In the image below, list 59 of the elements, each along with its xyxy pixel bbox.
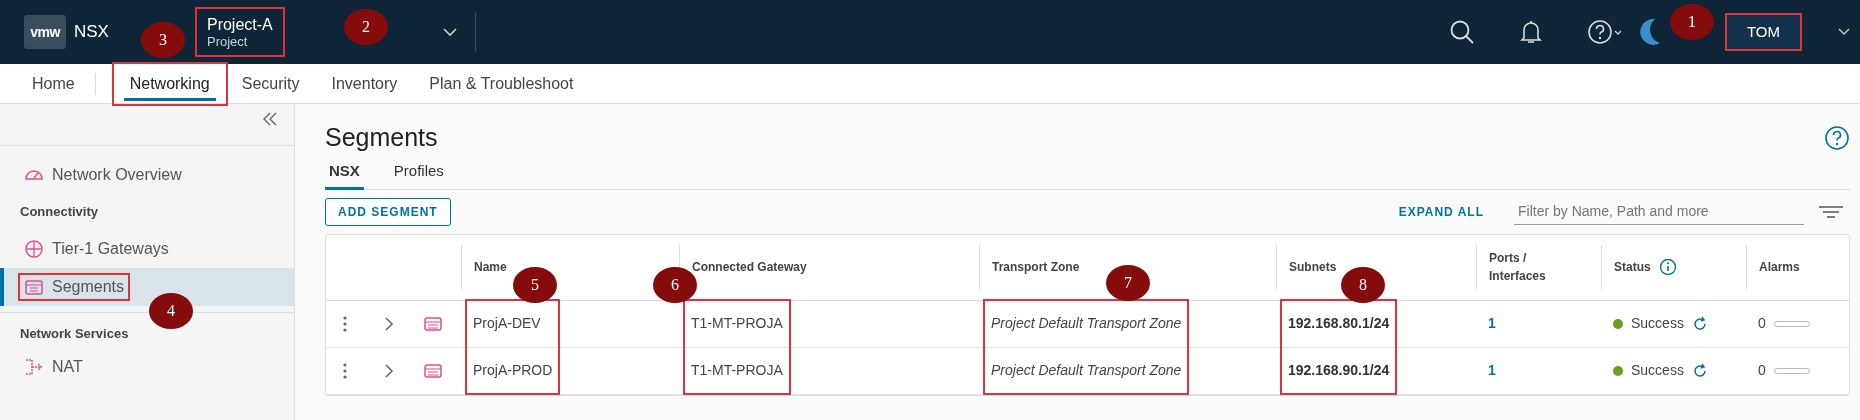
table-cell-text: ProjA-PROD [473,361,553,380]
column-header: Alarms [1759,259,1800,276]
chevron-right-icon[interactable] [384,363,394,378]
user-menu[interactable]: TOM [1726,14,1800,50]
expand-all-link[interactable]: EXPAND ALL [1392,201,1490,222]
project-switcher[interactable]: Project-A Project [196,8,283,56]
sidebar-item[interactable]: Tier-1 Gateways [0,230,294,268]
more-icon[interactable] [342,361,348,380]
sidebar-item[interactable]: Network Overview [0,156,294,194]
column-header: Subnets [1289,259,1337,276]
chevron-right-icon[interactable] [384,316,394,331]
globe-icon [24,239,44,259]
logo: vmw [24,15,66,49]
segment-icon [424,315,442,332]
segment-icon [24,277,44,297]
table-cell-text: 192.168.80.1/24 [1288,314,1390,333]
status-text: Success [1631,361,1684,380]
column-header: Transport Zone [992,259,1080,276]
product-name: NSX [74,21,109,44]
filter-icon[interactable] [1818,204,1844,219]
tab[interactable]: Profiles [389,160,448,189]
table-cell-text: ProjA-DEV [473,314,541,333]
nav-tab[interactable]: Plan & Troubleshoot [413,63,590,104]
table-cell-text: T1-MT-PROJA [691,361,783,380]
info-icon[interactable] [1658,258,1677,276]
column-header: Status [1614,259,1651,276]
alarm-count: 0 [1758,314,1766,333]
sidebar-item[interactable]: Segments [0,268,294,306]
chevron-down-icon[interactable] [442,27,457,37]
tab[interactable]: NSX [325,160,364,189]
sidebar-item[interactable]: NAT [0,348,294,386]
column-header: Name [474,259,507,276]
column-header: Ports / Interfaces [1489,250,1547,285]
status-text: Success [1631,314,1684,333]
segment-icon [424,362,442,379]
table-cell-text: Project Default Transport Zone [991,361,1182,380]
nav-tab[interactable]: Inventory [315,63,414,104]
search-icon[interactable] [1448,19,1475,45]
chevron-down-icon[interactable] [1838,28,1850,36]
help-icon[interactable] [1824,125,1850,151]
table-cell-text: 192.168.90.1/24 [1288,361,1390,380]
ports-link[interactable]: 1 [1488,313,1496,334]
refresh-icon[interactable] [1691,315,1708,332]
help-icon[interactable] [1586,19,1623,45]
page-title: Segments [325,122,438,152]
table-cell-text: T1-MT-PROJA [691,314,783,333]
refresh-icon[interactable] [1691,362,1708,379]
alarm-count: 0 [1758,361,1766,380]
add-segment-button[interactable]: ADD SEGMENT [325,197,451,226]
nav-tab[interactable]: Security [225,63,316,104]
nav-tab[interactable]: Home [16,63,91,104]
table-cell-text: Project Default Transport Zone [991,314,1182,333]
nav-tab[interactable]: Networking [113,63,226,104]
more-icon[interactable] [342,314,348,333]
ports-link[interactable]: 1 [1488,360,1496,381]
collapse-icon[interactable] [262,112,278,126]
section-heading: Connectivity [19,203,99,222]
bell-icon[interactable] [1518,19,1543,45]
filter-field[interactable]: Filter by Name, Path and more [1514,198,1804,225]
